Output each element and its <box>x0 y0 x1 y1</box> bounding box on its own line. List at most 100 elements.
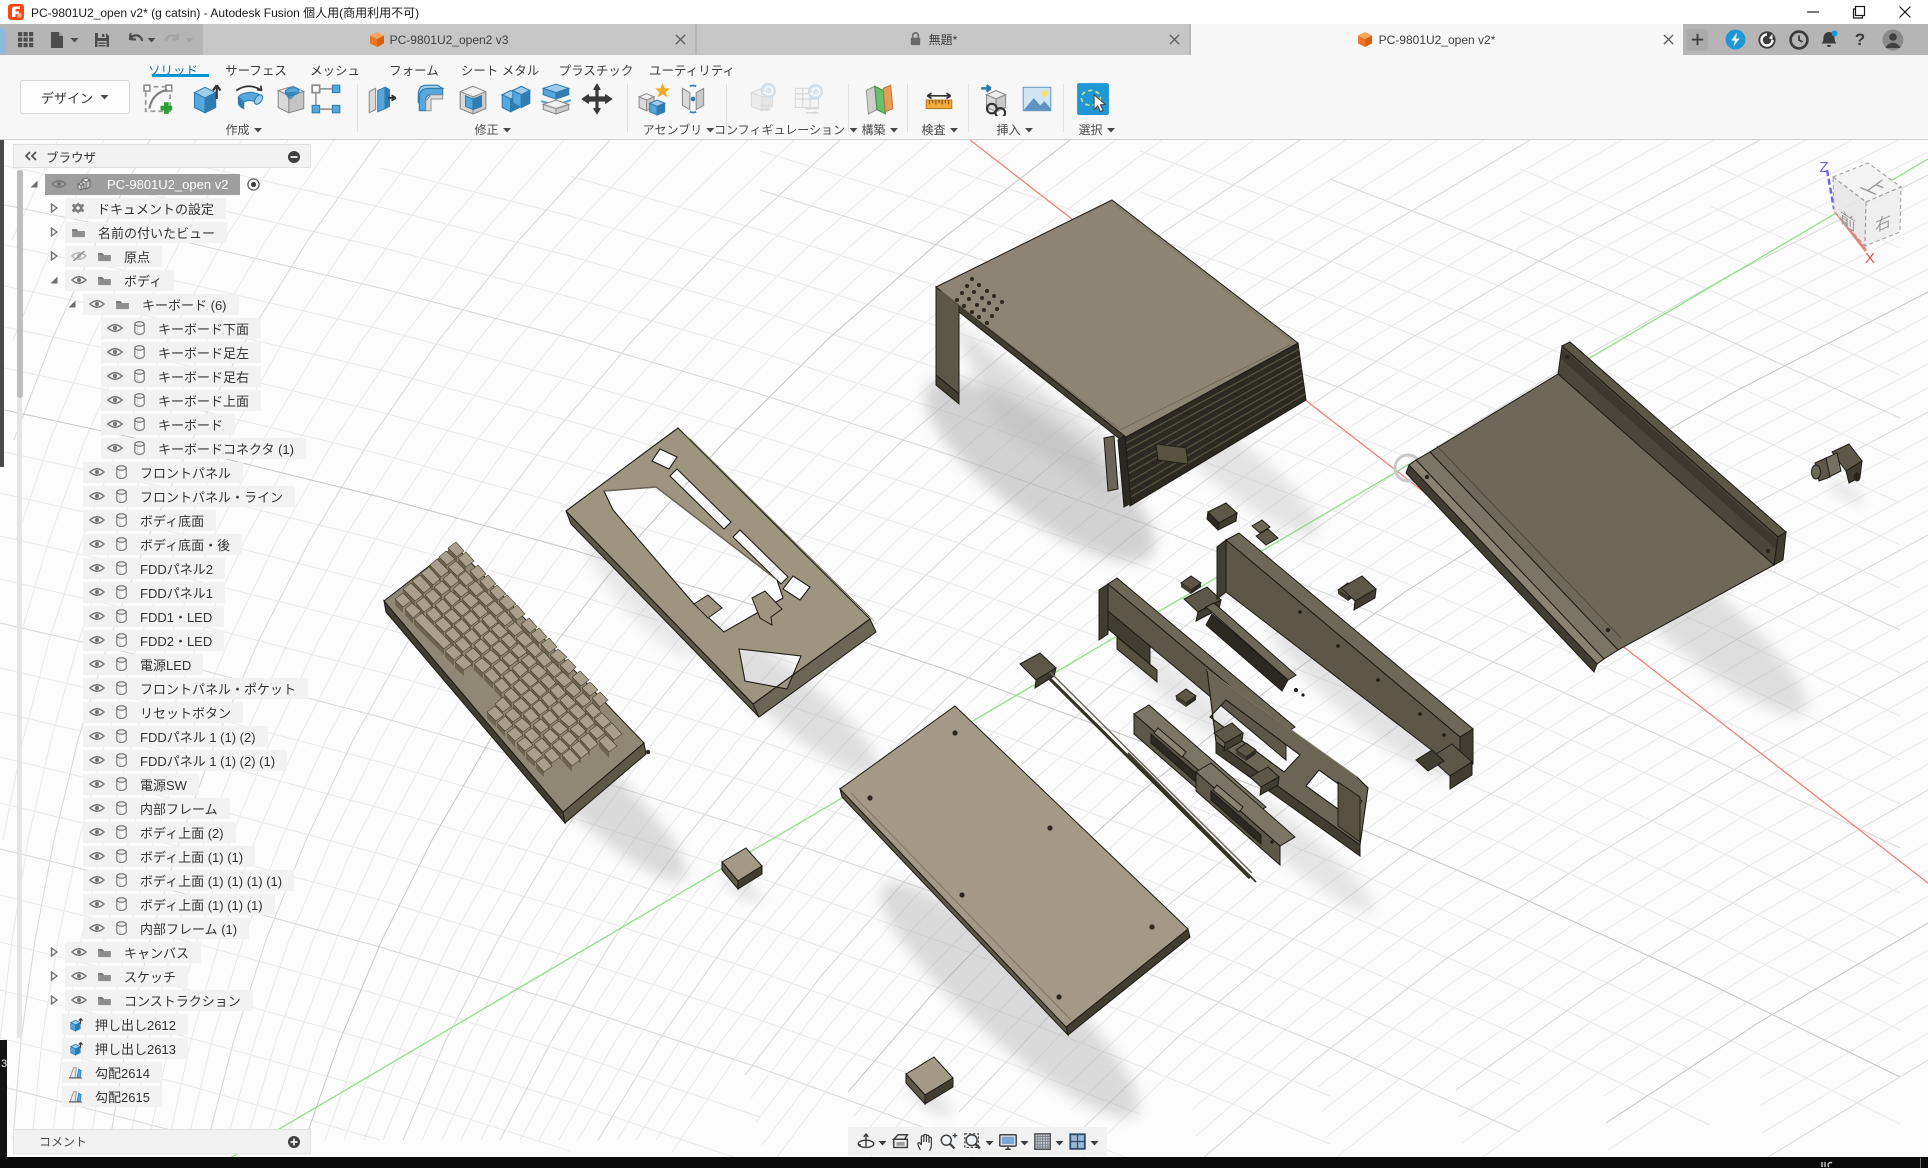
eye-visible-icon[interactable] <box>89 923 105 933</box>
tool-insert-mesh-button[interactable] <box>978 82 1012 121</box>
nav-zoom-button[interactable] <box>939 1132 959 1152</box>
tree-eye-toggle[interactable] <box>89 635 105 645</box>
comments-bar[interactable]: コメント <box>13 1129 311 1154</box>
nav-pan-button[interactable] <box>915 1132 935 1152</box>
nav-display-button[interactable] <box>998 1132 1029 1152</box>
tree-row[interactable]: ボディ上面 (1) (1) (1) <box>83 892 330 916</box>
tree-eye-toggle[interactable] <box>89 539 105 549</box>
tree-eye-toggle[interactable] <box>89 731 105 741</box>
nav-lookat-button[interactable] <box>891 1132 911 1152</box>
document-tab[interactable]: 無題* <box>697 24 1189 55</box>
ribbon-tab[interactable]: フォーム <box>389 60 439 79</box>
new-tab-button[interactable] <box>1686 24 1708 55</box>
tree-row[interactable]: キーボード足左 <box>101 340 330 364</box>
save-button[interactable] <box>93 24 111 55</box>
tree-row[interactable]: FDDパネル1 <box>83 580 330 604</box>
eye-visible-icon[interactable] <box>89 491 105 501</box>
tree-row[interactable]: キーボードコネクタ (1) <box>101 436 330 460</box>
tree-eye-toggle[interactable] <box>89 779 105 789</box>
eye-visible-icon[interactable] <box>89 299 105 309</box>
nav-zoomwin-button[interactable] <box>963 1132 994 1152</box>
ribbon-group-label[interactable]: 挿入 <box>996 121 1033 138</box>
tree-row-content[interactable]: キーボード <box>101 414 235 435</box>
eye-visible-icon[interactable] <box>71 971 87 981</box>
tool-extrude-button[interactable] <box>187 82 221 121</box>
tree-row[interactable]: ボディ底面・後 <box>83 532 330 556</box>
activate-component-radio[interactable] <box>247 178 260 191</box>
tree-eye-toggle[interactable] <box>89 827 105 837</box>
tree-expand-triangle[interactable] <box>49 971 59 981</box>
tree-eye-toggle[interactable] <box>89 923 105 933</box>
add-comment-icon[interactable] <box>287 1135 301 1152</box>
close-button[interactable] <box>1882 0 1928 24</box>
tree-expand-triangle[interactable] <box>49 251 59 261</box>
tree-row[interactable]: 電源LED <box>83 652 330 676</box>
tree-row[interactable]: 内部フレーム (1) <box>83 916 330 940</box>
eye-visible-icon[interactable] <box>107 371 123 381</box>
redo-button[interactable] <box>164 24 182 55</box>
tree-row[interactable]: キーボード (6) <box>67 292 330 316</box>
ribbon-tab[interactable]: サーフェス <box>225 60 287 79</box>
tab-close-icon[interactable] <box>674 33 687 49</box>
maximize-button[interactable] <box>1836 0 1882 24</box>
tree-row[interactable]: FDDパネル 1 (1) (2) (1) <box>83 748 330 772</box>
tree-triangle-icon[interactable] <box>49 227 59 237</box>
tree-eye-toggle[interactable] <box>107 419 123 429</box>
tree-row-content[interactable]: 勾配2615 <box>62 1086 162 1107</box>
help-button[interactable]: ? <box>1850 24 1870 55</box>
tree-row[interactable]: 電源SW <box>83 772 330 796</box>
tool-revolve-button[interactable] <box>232 82 266 121</box>
tree-row-content[interactable]: 押し出し2613 <box>62 1038 188 1059</box>
nav-orbit-button[interactable] <box>856 1132 887 1152</box>
tree-row-content[interactable]: 勾配2614 <box>62 1062 162 1083</box>
ribbon-group-label[interactable]: コンフィギュレーション <box>714 121 858 138</box>
tree-row-content[interactable]: リセットボタン <box>83 702 243 723</box>
tree-row-content[interactable]: ボディ上面 (2) <box>83 822 236 843</box>
tree-row-content[interactable]: 電源LED <box>83 654 203 675</box>
nav-viewports-button[interactable] <box>1068 1132 1099 1152</box>
tree-triangle-icon[interactable] <box>49 995 59 1005</box>
tab-close-icon[interactable] <box>1662 33 1675 49</box>
eye-visible-icon[interactable] <box>89 899 105 909</box>
tree-eye-toggle[interactable] <box>71 995 87 1005</box>
tree-row[interactable]: キャンバス <box>49 940 330 964</box>
tree-eye-toggle[interactable] <box>107 395 123 405</box>
tool-config-table-button[interactable] <box>791 82 825 121</box>
tool-construct-button[interactable] <box>862 82 896 121</box>
tree-row-content[interactable]: キーボードコネクタ (1) <box>101 438 306 459</box>
tree-row[interactable]: FDD2・LED <box>83 628 330 652</box>
tree-row[interactable]: 内部フレーム <box>83 796 330 820</box>
tree-row[interactable]: 勾配2615 <box>62 1084 330 1108</box>
tree-row-content[interactable]: 内部フレーム <box>83 798 230 819</box>
tree-expand-triangle[interactable] <box>49 203 59 213</box>
tree-row-content[interactable]: ボディ上面 (1) (1) <box>83 846 255 867</box>
tool-measure-button[interactable] <box>922 82 956 121</box>
tree-row-content[interactable]: ボディ底面 <box>83 510 216 531</box>
tree-row[interactable]: ボディ上面 (2) <box>83 820 330 844</box>
eye-visible-icon[interactable] <box>89 635 105 645</box>
tree-row[interactable]: FDDパネル 1 (1) (2) <box>83 724 330 748</box>
tree-row-content[interactable]: フロントパネル・ポケット <box>83 678 308 699</box>
browser-header[interactable]: ブラウザ <box>13 144 311 168</box>
tree-row-content[interactable]: 電源SW <box>83 774 199 795</box>
eye-visible-icon[interactable] <box>89 539 105 549</box>
eye-visible-icon[interactable] <box>71 995 87 1005</box>
tree-triangle-icon[interactable] <box>49 971 59 981</box>
tree-triangle-icon[interactable] <box>49 251 59 261</box>
tree-eye-toggle[interactable] <box>89 467 105 477</box>
ribbon-group-label[interactable]: 作成 <box>225 121 262 138</box>
tree-row-content[interactable]: 内部フレーム (1) <box>83 918 249 939</box>
tree-row[interactable]: スケッチ <box>49 964 330 988</box>
ribbon-tab[interactable]: プラスチック <box>559 60 634 79</box>
tree-row[interactable]: 名前の付いたビュー <box>49 220 330 244</box>
tree-expand-triangle[interactable] <box>49 227 59 237</box>
undo-button[interactable] <box>126 24 144 55</box>
eye-visible-icon[interactable] <box>89 803 105 813</box>
tree-triangle-icon[interactable] <box>67 299 77 309</box>
tree-expand-triangle[interactable] <box>67 299 77 309</box>
tree-triangle-icon[interactable] <box>49 275 59 285</box>
eye-visible-icon[interactable] <box>107 443 123 453</box>
tree-eye-toggle[interactable] <box>89 587 105 597</box>
tree-row[interactable]: ドキュメントの設定 <box>49 196 330 220</box>
nav-grid-button[interactable] <box>1033 1132 1064 1152</box>
